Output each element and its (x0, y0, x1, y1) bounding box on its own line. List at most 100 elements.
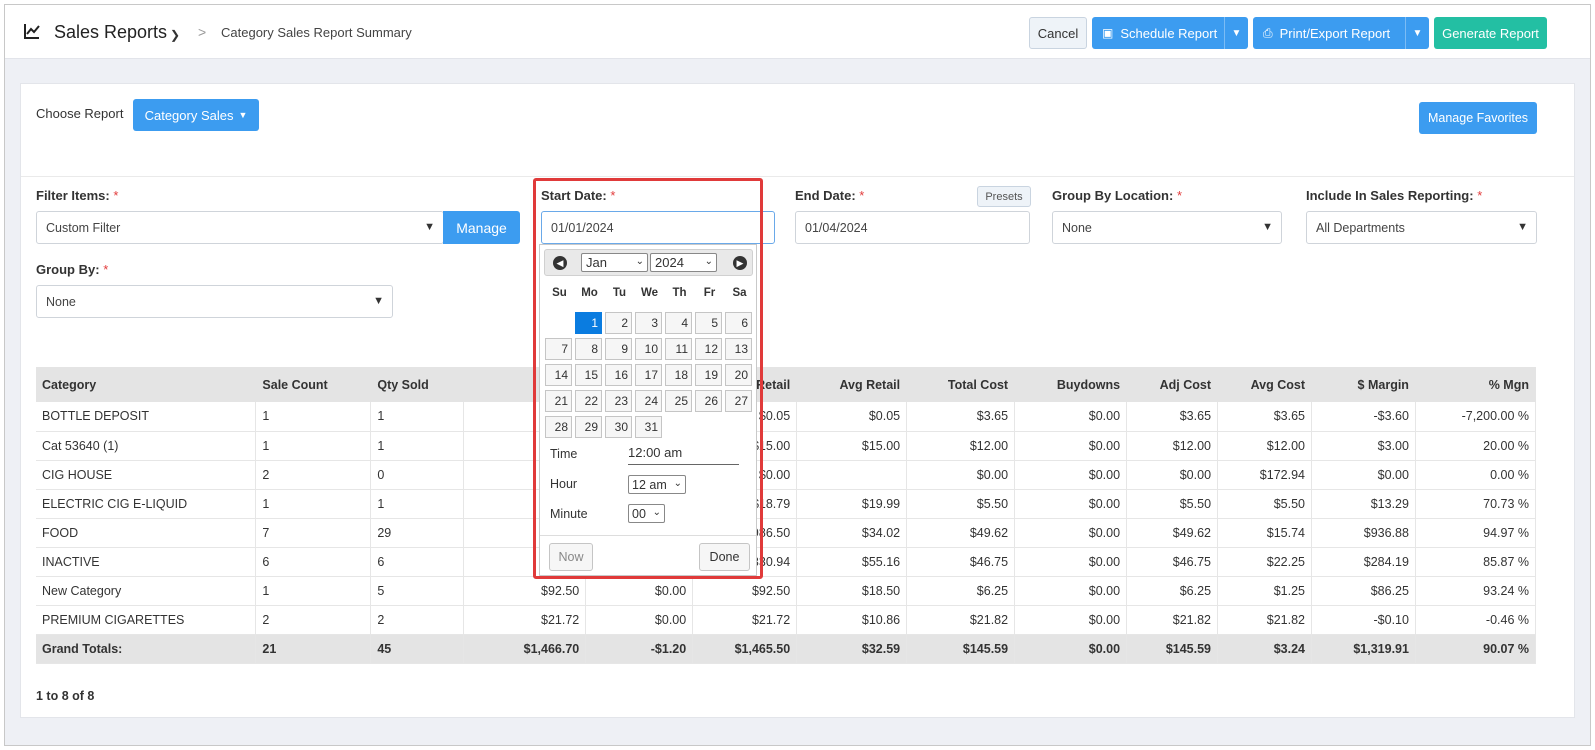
calendar-day[interactable]: 7 (545, 338, 572, 360)
chevron-down-icon[interactable]: ❯ (170, 28, 180, 42)
divider (21, 176, 1574, 177)
column-header[interactable]: % Mgn (1415, 367, 1537, 402)
table-cell: 6 (255, 547, 372, 577)
manage-favorites-button[interactable]: Manage Favorites (1419, 102, 1537, 134)
table-cell: $10.86 (796, 605, 908, 635)
group-location-select[interactable]: None ▼ (1052, 211, 1282, 244)
table-cell: BOTTLE DEPOSIT (36, 402, 257, 432)
column-header[interactable]: Total Cost (906, 367, 1016, 402)
column-header[interactable]: Avg Retail (796, 367, 908, 402)
calendar-day[interactable]: 5 (695, 312, 722, 334)
calendar-day[interactable]: 22 (575, 390, 602, 412)
top-bar: Sales Reports ❯ > Category Sales Report … (5, 5, 1590, 59)
table-body: BOTTLE DEPOSIT 1 1 $0.05 $0.05 $3.65 $0.00 $3.6… (36, 402, 1537, 664)
column-header[interactable]: Buydowns (1014, 367, 1128, 402)
calendar-day[interactable]: 28 (545, 416, 572, 438)
cancel-button[interactable]: Cancel (1029, 17, 1087, 49)
table-header-row: CategorySale CountQty SoldTotalRetailAvg… (36, 367, 1537, 402)
column-header[interactable]: Adj Cost (1126, 367, 1219, 402)
done-button[interactable]: Done (699, 543, 750, 571)
calendar-day[interactable]: 12 (695, 338, 722, 360)
minute-value: 00 (632, 506, 646, 521)
table-cell: $12.00 (1217, 431, 1312, 461)
group-by-label: Group By: * (36, 262, 109, 277)
chevron-down-icon[interactable]: ▼ (1224, 17, 1248, 49)
include-sales-select[interactable]: All Departments ▼ (1306, 211, 1537, 244)
calendar-day[interactable]: 6 (725, 312, 752, 334)
table-cell: $3.65 (906, 402, 1016, 432)
presets-button[interactable]: Presets (977, 186, 1031, 207)
table-cell: $0.00 (585, 576, 694, 606)
calendar-day[interactable]: 27 (725, 390, 752, 412)
calendar-day[interactable]: 1 (575, 312, 602, 334)
calendar-day[interactable]: 10 (635, 338, 662, 360)
column-header[interactable]: Qty Sold (370, 367, 465, 402)
hour-value: 12 am (632, 477, 667, 492)
include-sales-label: Include In Sales Reporting: * (1306, 188, 1483, 203)
chevron-down-icon: ⌄ (652, 507, 661, 518)
generate-report-button[interactable]: Generate Report (1434, 17, 1547, 49)
calendar-day[interactable]: 30 (605, 416, 632, 438)
calendar-day[interactable]: 8 (575, 338, 602, 360)
column-header[interactable]: Sale Count (255, 367, 372, 402)
table-cell: $18.50 (796, 576, 908, 606)
print-export-button[interactable]: ⎙ Print/Export Report ▼ (1253, 17, 1429, 49)
calendar-day[interactable]: 14 (545, 364, 572, 386)
table-cell: $6.25 (1126, 576, 1219, 606)
year-select[interactable]: 2024 ⌄ (650, 253, 717, 272)
month-select[interactable]: Jan ⌄ (581, 253, 648, 272)
filter-items-select[interactable]: Custom Filter ▼ (36, 211, 444, 244)
table-cell: $49.62 (906, 518, 1016, 548)
calendar-day[interactable]: 15 (575, 364, 602, 386)
calendar-day[interactable]: 2 (605, 312, 632, 334)
calendar-day[interactable]: 20 (725, 364, 752, 386)
calendar-day[interactable]: 19 (695, 364, 722, 386)
table-cell: 1 (255, 431, 372, 461)
table-cell: $0.00 (1014, 518, 1128, 548)
start-date-input[interactable]: 01/01/2024 (541, 211, 775, 244)
hour-select[interactable]: 12 am ⌄ (628, 475, 686, 494)
table-cell: $0.00 (1014, 605, 1128, 635)
calendar-day[interactable]: 31 (635, 416, 662, 438)
group-by-select[interactable]: None ▼ (36, 285, 393, 318)
app-window: Sales Reports ❯ > Category Sales Report … (4, 4, 1591, 746)
table-cell (796, 460, 908, 490)
calendar-day[interactable]: 16 (605, 364, 632, 386)
calendar-day[interactable]: 18 (665, 364, 692, 386)
report-select-button[interactable]: Category Sales ▼ (133, 99, 259, 131)
calendar-day[interactable]: 11 (665, 338, 692, 360)
column-header[interactable]: Category (36, 367, 257, 402)
calendar-day[interactable]: 21 (545, 390, 572, 412)
calendar-icon: ▣ (1102, 26, 1114, 40)
hour-label: Hour (550, 477, 578, 491)
calendar-day[interactable]: 9 (605, 338, 632, 360)
end-date-input[interactable]: 01/04/2024 (795, 211, 1030, 244)
calendar-day[interactable]: 25 (665, 390, 692, 412)
now-button[interactable]: Now (549, 543, 593, 571)
table-cell: $936.88 (1311, 518, 1416, 548)
chevron-down-icon[interactable]: ▼ (1405, 17, 1429, 49)
minute-label: Minute (550, 507, 588, 521)
table-row: Cat 53640 (1) 1 1 $15.00 $15.00 $12.00 $0.00 $1… (36, 431, 1537, 461)
minute-select[interactable]: 00 ⌄ (628, 504, 665, 523)
calendar-day[interactable]: 24 (635, 390, 662, 412)
prev-month-icon[interactable]: ◀ (553, 256, 567, 270)
line-chart-icon (24, 24, 40, 39)
table-cell: $0.00 (1311, 460, 1416, 490)
calendar-day[interactable]: 23 (605, 390, 632, 412)
calendar-day[interactable]: 26 (695, 390, 722, 412)
table-row: ELECTRIC CIG E-LIQUID 1 1 $18.79 $19.99 $5.50… (36, 489, 1537, 519)
time-display: 12:00 am (628, 445, 739, 465)
calendar-day[interactable]: 4 (665, 312, 692, 334)
column-header[interactable]: Avg Cost (1217, 367, 1312, 402)
calendar-day[interactable]: 3 (635, 312, 662, 334)
calendar-day[interactable]: 17 (635, 364, 662, 386)
table-cell: $46.75 (1126, 547, 1219, 577)
schedule-report-button[interactable]: ▣ Schedule Report ▼ (1092, 17, 1248, 49)
next-month-icon[interactable]: ▶ (733, 256, 747, 270)
table-cell: 1 (255, 489, 372, 519)
calendar-day[interactable]: 13 (725, 338, 752, 360)
manage-button[interactable]: Manage (443, 211, 520, 244)
column-header[interactable]: $ Margin (1311, 367, 1416, 402)
calendar-day[interactable]: 29 (575, 416, 602, 438)
